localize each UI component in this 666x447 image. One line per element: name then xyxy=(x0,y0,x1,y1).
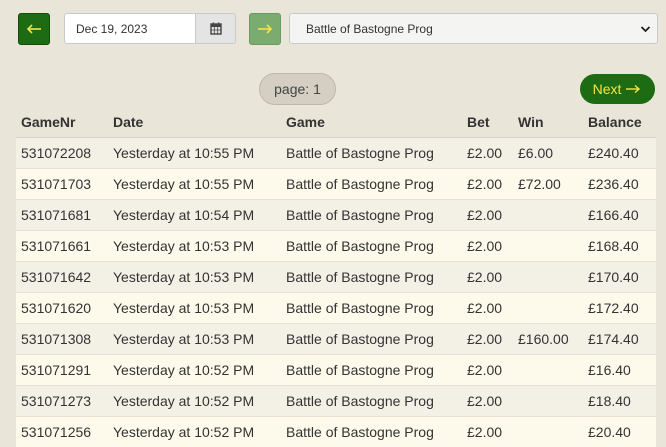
column-header-bet[interactable]: Bet xyxy=(462,106,513,138)
cell-game: Battle of Bastogne Prog xyxy=(281,200,462,231)
cell-game: Battle of Bastogne Prog xyxy=(281,231,462,262)
game-history-table: GameNr Date Game Bet Win Balance 5310722… xyxy=(16,106,656,447)
table-header-row: GameNr Date Game Bet Win Balance xyxy=(16,106,656,138)
cell-balance: £174.40 xyxy=(583,324,656,355)
cell-game: Battle of Bastogne Prog xyxy=(281,417,462,447)
cell-win: £72.00 xyxy=(513,169,583,200)
game-select[interactable]: Battle of Bastogne Prog xyxy=(289,13,658,44)
cell-win xyxy=(513,417,583,447)
next-page-label: Next xyxy=(593,81,622,97)
cell-gamenr: 531071291 xyxy=(16,355,108,386)
toolbar: Battle of Bastogne Prog xyxy=(0,0,666,60)
cell-gamenr: 531071661 xyxy=(16,231,108,262)
page-indicator: page: 1 xyxy=(259,73,336,105)
cell-win xyxy=(513,231,583,262)
column-header-game[interactable]: Game xyxy=(281,106,462,138)
cell-date: Yesterday at 10:53 PM xyxy=(108,293,281,324)
cell-game: Battle of Bastogne Prog xyxy=(281,355,462,386)
cell-date: Yesterday at 10:53 PM xyxy=(108,231,281,262)
next-day-button[interactable] xyxy=(249,13,281,45)
cell-win xyxy=(513,262,583,293)
table-row[interactable]: 531071291 Yesterday at 10:52 PM Battle o… xyxy=(16,355,656,386)
cell-balance: £172.40 xyxy=(583,293,656,324)
cell-gamenr: 531071703 xyxy=(16,169,108,200)
page-indicator-label: page: 1 xyxy=(274,81,321,97)
table-row[interactable]: 531071681 Yesterday at 10:54 PM Battle o… xyxy=(16,200,656,231)
game-select-value: Battle of Bastogne Prog xyxy=(306,22,433,36)
cell-bet: £2.00 xyxy=(462,262,513,293)
chevron-down-icon xyxy=(640,24,651,34)
cell-win xyxy=(513,293,583,324)
table-row[interactable]: 531071256 Yesterday at 10:52 PM Battle o… xyxy=(16,417,656,447)
table-body: 531072208 Yesterday at 10:55 PM Battle o… xyxy=(16,138,656,447)
cell-balance: £18.40 xyxy=(583,386,656,417)
cell-balance: £168.40 xyxy=(583,231,656,262)
arrow-right-icon xyxy=(256,23,274,35)
cell-gamenr: 531072208 xyxy=(16,138,108,169)
table-row[interactable]: 531071273 Yesterday at 10:52 PM Battle o… xyxy=(16,386,656,417)
cell-win xyxy=(513,200,583,231)
table-row[interactable]: 531071620 Yesterday at 10:53 PM Battle o… xyxy=(16,293,656,324)
cell-bet: £2.00 xyxy=(462,138,513,169)
table-row[interactable]: 531072208 Yesterday at 10:55 PM Battle o… xyxy=(16,138,656,169)
date-input[interactable] xyxy=(64,13,196,44)
arrow-right-icon xyxy=(624,83,642,95)
cell-win xyxy=(513,355,583,386)
cell-date: Yesterday at 10:53 PM xyxy=(108,324,281,355)
cell-date: Yesterday at 10:52 PM xyxy=(108,417,281,447)
cell-balance: £240.40 xyxy=(583,138,656,169)
cell-game: Battle of Bastogne Prog xyxy=(281,262,462,293)
table-row[interactable]: 531071661 Yesterday at 10:53 PM Battle o… xyxy=(16,231,656,262)
calendar-icon xyxy=(210,22,222,35)
cell-bet: £2.00 xyxy=(462,386,513,417)
cell-gamenr: 531071642 xyxy=(16,262,108,293)
cell-bet: £2.00 xyxy=(462,169,513,200)
table-row[interactable]: 531071703 Yesterday at 10:55 PM Battle o… xyxy=(16,169,656,200)
cell-gamenr: 531071308 xyxy=(16,324,108,355)
cell-date: Yesterday at 10:55 PM xyxy=(108,169,281,200)
cell-game: Battle of Bastogne Prog xyxy=(281,138,462,169)
cell-date: Yesterday at 10:55 PM xyxy=(108,138,281,169)
cell-balance: £236.40 xyxy=(583,169,656,200)
table-row[interactable]: 531071642 Yesterday at 10:53 PM Battle o… xyxy=(16,262,656,293)
column-header-win[interactable]: Win xyxy=(513,106,583,138)
previous-day-button[interactable] xyxy=(18,13,50,45)
cell-game: Battle of Bastogne Prog xyxy=(281,293,462,324)
cell-bet: £2.00 xyxy=(462,355,513,386)
calendar-button[interactable] xyxy=(195,13,236,44)
cell-bet: £2.00 xyxy=(462,231,513,262)
cell-gamenr: 531071273 xyxy=(16,386,108,417)
cell-bet: £2.00 xyxy=(462,417,513,447)
arrow-left-icon xyxy=(25,23,43,35)
cell-bet: £2.00 xyxy=(462,200,513,231)
cell-gamenr: 531071620 xyxy=(16,293,108,324)
next-page-button[interactable]: Next xyxy=(580,74,655,104)
cell-balance: £16.40 xyxy=(583,355,656,386)
cell-bet: £2.00 xyxy=(462,324,513,355)
cell-balance: £20.40 xyxy=(583,417,656,447)
cell-win: £6.00 xyxy=(513,138,583,169)
table-row[interactable]: 531071308 Yesterday at 10:53 PM Battle o… xyxy=(16,324,656,355)
cell-game: Battle of Bastogne Prog xyxy=(281,169,462,200)
column-header-gamenr[interactable]: GameNr xyxy=(16,106,108,138)
cell-date: Yesterday at 10:52 PM xyxy=(108,355,281,386)
cell-date: Yesterday at 10:53 PM xyxy=(108,262,281,293)
cell-game: Battle of Bastogne Prog xyxy=(281,386,462,417)
cell-date: Yesterday at 10:54 PM xyxy=(108,200,281,231)
cell-win xyxy=(513,386,583,417)
column-header-balance[interactable]: Balance xyxy=(583,106,656,138)
cell-gamenr: 531071681 xyxy=(16,200,108,231)
cell-game: Battle of Bastogne Prog xyxy=(281,324,462,355)
cell-date: Yesterday at 10:52 PM xyxy=(108,386,281,417)
cell-balance: £166.40 xyxy=(583,200,656,231)
cell-balance: £170.40 xyxy=(583,262,656,293)
column-header-date[interactable]: Date xyxy=(108,106,281,138)
cell-win: £160.00 xyxy=(513,324,583,355)
cell-bet: £2.00 xyxy=(462,293,513,324)
cell-gamenr: 531071256 xyxy=(16,417,108,447)
